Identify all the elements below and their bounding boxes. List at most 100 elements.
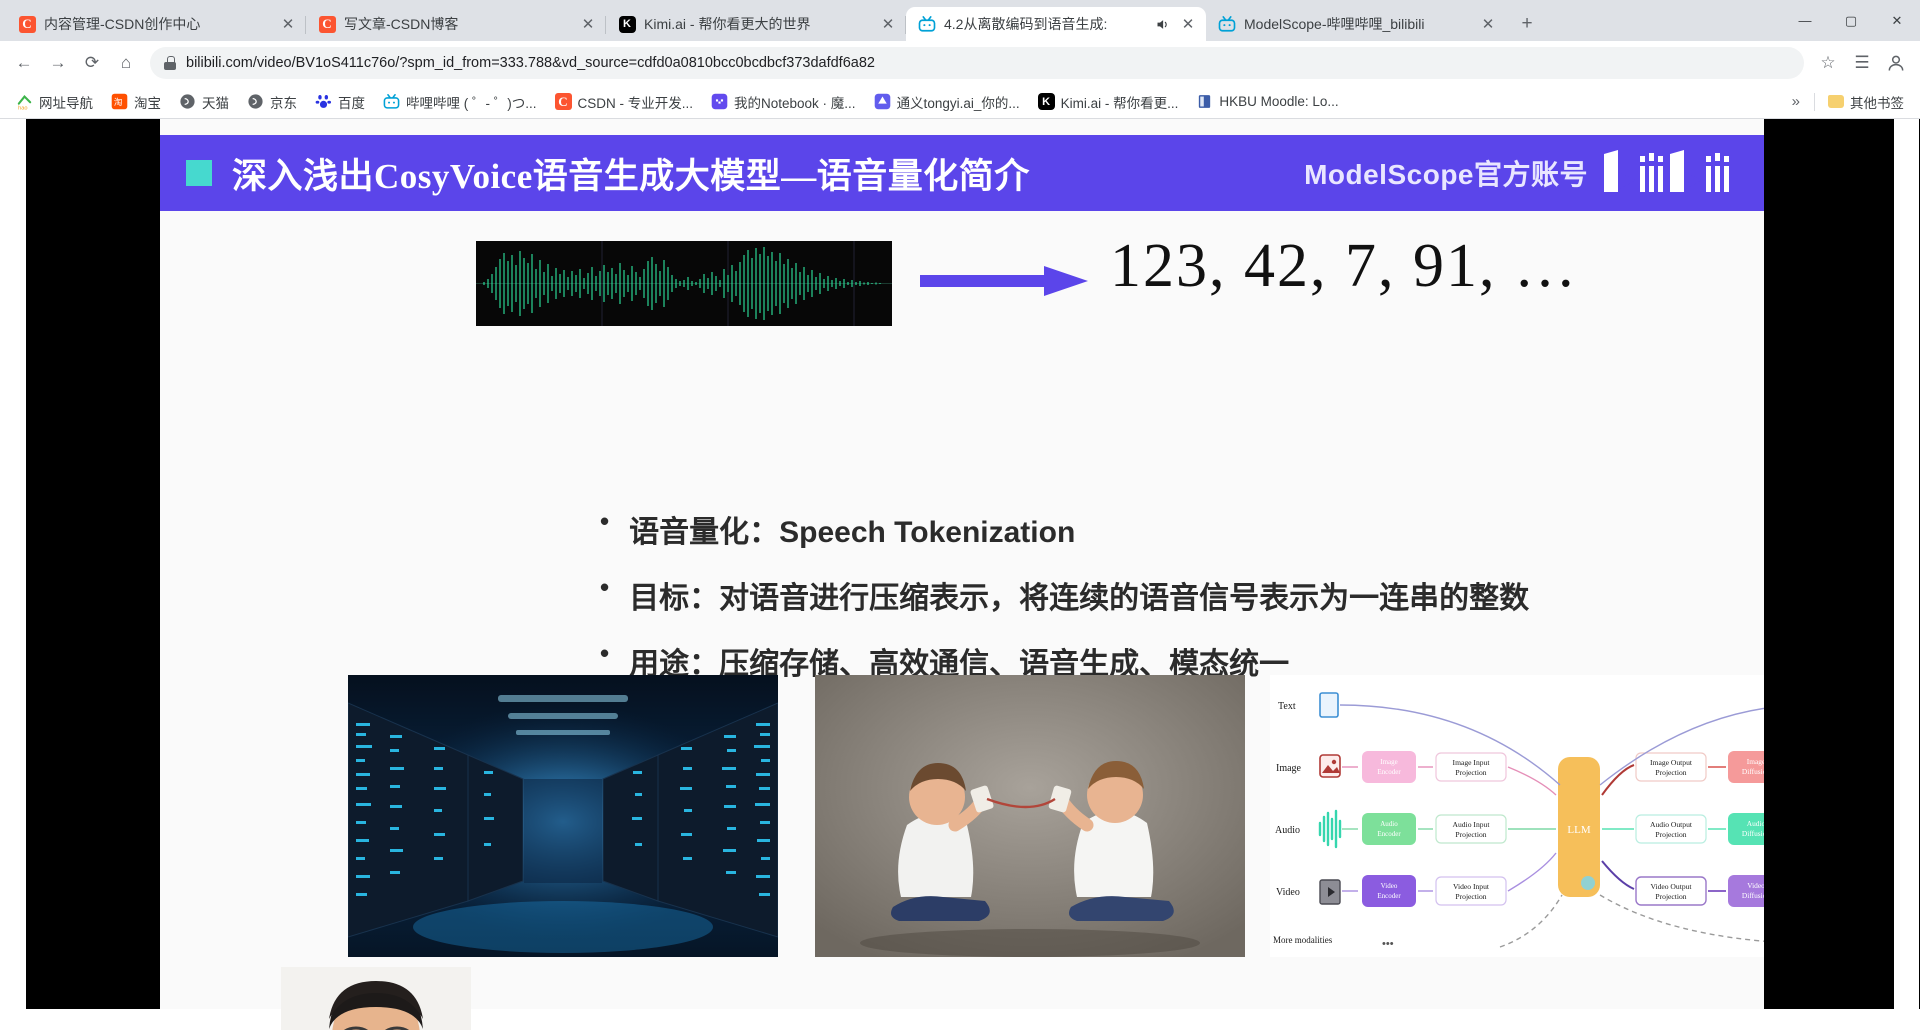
back-icon[interactable]: ← bbox=[8, 47, 40, 79]
browser-tab-2[interactable]: C 写文章-CSDN博客 ✕ bbox=[306, 7, 606, 41]
csdn-icon: C bbox=[18, 15, 36, 33]
browser-tab-1[interactable]: C 内容管理-CSDN创作中心 ✕ bbox=[6, 7, 306, 41]
close-icon[interactable]: ✕ bbox=[878, 14, 898, 34]
moodle-icon bbox=[1196, 93, 1213, 110]
encoder-video bbox=[1362, 875, 1416, 907]
svg-text:Projection: Projection bbox=[1455, 830, 1486, 839]
svg-text:Image: Image bbox=[1747, 757, 1764, 766]
diagram-label-more: More modalities bbox=[1273, 935, 1333, 945]
close-icon[interactable]: ✕ bbox=[1478, 14, 1498, 34]
arrow-right-icon bbox=[920, 264, 1090, 298]
bookmark-item-moodle[interactable]: HKBU Moodle: Lo... bbox=[1188, 89, 1346, 114]
close-icon[interactable]: ✕ bbox=[578, 14, 598, 34]
svg-text:Encoder: Encoder bbox=[1377, 768, 1401, 776]
tongyi-icon bbox=[874, 93, 891, 110]
datacenter-photo bbox=[348, 675, 778, 957]
browser-toolbar: ← → ⟳ ⌂ bilibili.com/video/BV1oS411c76o/… bbox=[0, 41, 1920, 85]
bookmarks-overflow-button[interactable]: » bbox=[1782, 93, 1810, 110]
tab-title: Kimi.ai - 帮你看更大的世界 bbox=[644, 16, 811, 32]
close-icon[interactable]: ✕ bbox=[278, 14, 298, 34]
new-tab-button[interactable]: + bbox=[1512, 9, 1542, 39]
address-bar-url: bilibili.com/video/BV1oS411c76o/?spm_id_… bbox=[186, 55, 875, 71]
bookmark-item-tmall[interactable]: 天猫 bbox=[171, 88, 237, 116]
browser-tab-5[interactable]: ModelScope-哔哩哔哩_bilibili ✕ bbox=[1206, 7, 1506, 41]
taobao-icon: 淘 bbox=[111, 93, 128, 110]
bookmark-item-kimi[interactable]: K Kimi.ai - 帮你看更... bbox=[1030, 88, 1187, 116]
bookmark-item-tongyi[interactable]: 通义tongyi.ai_你的... bbox=[866, 88, 1028, 116]
bookmark-item-hao123[interactable]: hao 网址导航 bbox=[8, 88, 101, 116]
bilibili-icon bbox=[383, 93, 400, 110]
hao123-icon: hao bbox=[16, 93, 33, 110]
slide-header: 深入浅出CosyVoice语音生成大模型—语音量化简介 ModelScope官方… bbox=[160, 135, 1764, 211]
bookmark-item-baidu[interactable]: 百度 bbox=[307, 88, 373, 116]
bookmark-label: 淘宝 bbox=[134, 95, 161, 111]
bilibili-icon bbox=[918, 15, 936, 33]
maximize-icon[interactable]: ▢ bbox=[1828, 0, 1874, 41]
page-content: 深入浅出CosyVoice语音生成大模型—语音量化简介 ModelScope官方… bbox=[0, 119, 1920, 1030]
svg-text:Audio: Audio bbox=[1380, 820, 1398, 828]
presenter-webcam bbox=[281, 967, 471, 1030]
video-player[interactable]: 深入浅出CosyVoice语音生成大模型—语音量化简介 ModelScope官方… bbox=[26, 119, 1920, 1030]
header-square-bullet-icon bbox=[186, 160, 212, 186]
profile-avatar[interactable] bbox=[1880, 47, 1912, 79]
reload-icon[interactable]: ⟳ bbox=[76, 47, 108, 79]
bookmark-label: 百度 bbox=[338, 95, 365, 111]
encoder-audio bbox=[1362, 813, 1416, 845]
bookmark-item-notebook[interactable]: 我的Notebook · 魔... bbox=[703, 88, 864, 116]
list-item: • 目标：对语音进行压缩表示，将连续的语音信号表示为一连串的整数 bbox=[600, 573, 1529, 617]
audio-waveform-image bbox=[476, 241, 892, 326]
bookmark-star-icon[interactable]: ☆ bbox=[1812, 47, 1844, 79]
svg-text:Projection: Projection bbox=[1455, 768, 1486, 777]
bookmark-label: 京东 bbox=[270, 95, 297, 111]
presentation-slide: 深入浅出CosyVoice语音生成大模型—语音量化简介 ModelScope官方… bbox=[160, 119, 1764, 1009]
svg-text:Diffusion: Diffusion bbox=[1742, 767, 1764, 776]
svg-text:Projection: Projection bbox=[1655, 830, 1686, 839]
bullet-marker-icon: • bbox=[600, 506, 610, 536]
close-icon[interactable]: ✕ bbox=[1178, 14, 1198, 34]
bookmark-label: 网址导航 bbox=[39, 95, 93, 111]
bullet-marker-icon: • bbox=[600, 572, 610, 602]
bookmark-label: HKBU Moodle: Lo... bbox=[1219, 94, 1339, 109]
letterbox-left bbox=[26, 119, 52, 1009]
kimi-icon: K bbox=[1037, 93, 1055, 110]
svg-text:Diffusion: Diffusion bbox=[1742, 891, 1764, 900]
diagram-label-image: Image bbox=[1276, 763, 1302, 774]
lock-icon bbox=[164, 56, 176, 70]
svg-text:Encoder: Encoder bbox=[1377, 892, 1401, 900]
home-icon[interactable]: ⌂ bbox=[110, 47, 142, 79]
other-bookmarks-button[interactable]: 其他书签 bbox=[1819, 88, 1912, 116]
bookmark-label: 我的Notebook · 魔... bbox=[734, 95, 856, 111]
svg-text:Video: Video bbox=[1747, 881, 1764, 890]
slide-header-brand: ModelScope官方账号 bbox=[1304, 148, 1738, 198]
svg-text:Audio Output: Audio Output bbox=[1650, 820, 1693, 829]
bookmark-item-taobao[interactable]: 淘 淘宝 bbox=[103, 88, 169, 116]
bookmark-item-bilibili[interactable]: 哔哩哔哩 ( ゜- ゜)つ... bbox=[375, 88, 545, 116]
svg-text:Video: Video bbox=[1381, 882, 1398, 890]
bullet-text: 语音量化：Speech Tokenization bbox=[629, 516, 1076, 549]
svg-text:Audio: Audio bbox=[1747, 819, 1764, 828]
jd-icon bbox=[247, 93, 264, 110]
bilibili-icon bbox=[1218, 15, 1236, 33]
reading-list-icon[interactable]: ☰ bbox=[1846, 47, 1878, 79]
bookmark-item-csdn[interactable]: C CSDN - 专业开发... bbox=[547, 88, 702, 116]
token-sequence-text: 123, 42, 7, 91, … bbox=[1110, 232, 1578, 300]
browser-tab-4-active[interactable]: 4.2从离散编码到语音生成: ✕ bbox=[906, 7, 1206, 41]
svg-text:LLM: LLM bbox=[1567, 824, 1590, 836]
bookmark-item-jd[interactable]: 京东 bbox=[239, 88, 305, 116]
window-close-icon[interactable]: ✕ bbox=[1874, 0, 1920, 41]
diagram-label-video: Video bbox=[1276, 887, 1300, 898]
svg-text:hao: hao bbox=[18, 105, 27, 110]
diagram-label-text: Text bbox=[1278, 701, 1296, 712]
minimize-icon[interactable]: — bbox=[1782, 0, 1828, 41]
bookmark-label: 通义tongyi.ai_你的... bbox=[896, 95, 1020, 111]
string-telephone-photo bbox=[815, 675, 1245, 957]
bookmarks-bar-right: » 其他书签 bbox=[1782, 88, 1912, 116]
other-bookmarks-label: 其他书签 bbox=[1850, 95, 1904, 111]
svg-text:Video Input: Video Input bbox=[1453, 882, 1490, 891]
forward-icon[interactable]: → bbox=[42, 47, 74, 79]
svg-text:Projection: Projection bbox=[1655, 892, 1686, 901]
bookmark-label: 哔哩哔哩 ( ゜- ゜)つ... bbox=[406, 95, 537, 111]
address-bar[interactable]: bilibili.com/video/BV1oS411c76o/?spm_id_… bbox=[150, 47, 1804, 79]
tab-audio-playing-icon[interactable] bbox=[1154, 16, 1170, 32]
browser-tab-3[interactable]: K Kimi.ai - 帮你看更大的世界 ✕ bbox=[606, 7, 906, 41]
